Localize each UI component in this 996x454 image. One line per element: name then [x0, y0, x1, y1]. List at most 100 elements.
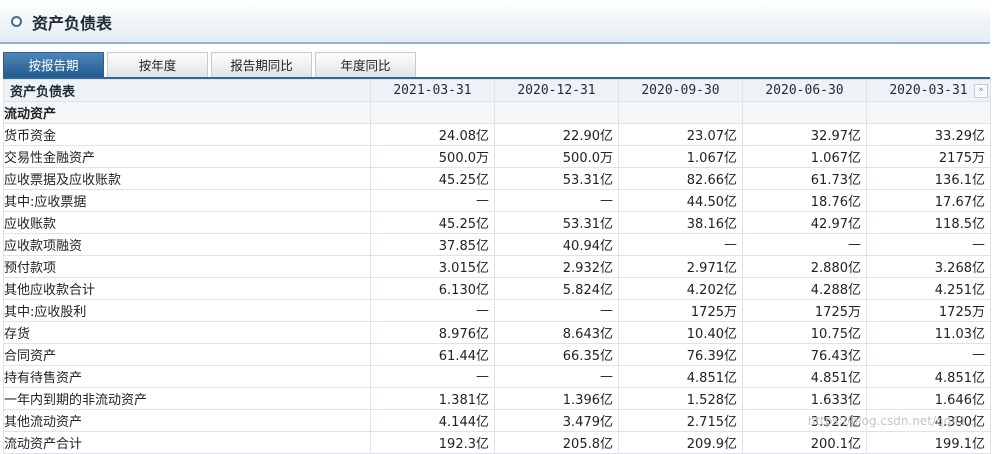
table-cell: 66.35亿: [494, 343, 619, 366]
table-cell: 4.202亿: [618, 277, 743, 300]
table-row: 预付款项 3.015亿 2.932亿 2.971亿 2.880亿 3.268亿: [3, 255, 991, 278]
table-cell: 4.851亿: [742, 365, 867, 388]
column-header-date: 2021-03-31: [370, 79, 495, 102]
table-cell: 3.268亿: [866, 255, 991, 278]
table-cell: 1.381亿: [370, 387, 495, 410]
table-cell: [866, 101, 991, 124]
table-cell: 1725万: [866, 299, 991, 322]
row-label: 应收账款: [3, 211, 371, 234]
table-cell: 42.97亿: [742, 211, 867, 234]
tab-report-period-yoy[interactable]: 报告期同比: [211, 52, 312, 78]
table-cell: 4.851亿: [866, 365, 991, 388]
table-row: 应收票据及应收账款 45.25亿 53.31亿 82.66亿 61.73亿 136.1亿: [3, 167, 991, 190]
table-cell: —: [494, 299, 619, 322]
table-cell: —: [866, 233, 991, 256]
tab-annual-yoy[interactable]: 年度同比: [315, 52, 416, 78]
table-cell: 1725万: [742, 299, 867, 322]
row-label: 一年内到期的非流动资产: [3, 387, 371, 410]
table-cell: 118.5亿: [866, 211, 991, 234]
table-row: 交易性金融资产 500.0万 500.0万 1.067亿 1.067亿 2175万: [3, 145, 991, 168]
table-row: 持有待售资产 — —4.851亿 4.851亿 4.851亿: [3, 365, 991, 388]
row-label: 流动资产: [3, 101, 371, 124]
table-cell: 40.94亿: [494, 233, 619, 256]
table-cell: 1.646亿: [866, 387, 991, 410]
column-header-date: 2020-03-31 »: [866, 79, 991, 102]
table-cell: —: [370, 189, 495, 212]
row-label: 货币资金: [3, 123, 371, 146]
table-cell: 33.29亿: [866, 123, 991, 146]
table-cell: 4.288亿: [742, 277, 867, 300]
table-cell: 2.715亿: [618, 409, 743, 432]
table-cell: 3.015亿: [370, 255, 495, 278]
tab-by-report-period[interactable]: 按报告期: [3, 52, 104, 78]
table-cell: —: [618, 233, 743, 256]
table-cell: 32.97亿: [742, 123, 867, 146]
table-row: 存货 8.976亿 8.643亿 10.40亿 10.75亿 11.03亿: [3, 321, 991, 344]
row-label: 应收票据及应收账款: [3, 167, 371, 190]
table-cell: 1.067亿: [742, 145, 867, 168]
table-cell: 61.73亿: [742, 167, 867, 190]
table-cell: 61.44亿: [370, 343, 495, 366]
table-cell: 37.85亿: [370, 233, 495, 256]
table-cell: 1.633亿: [742, 387, 867, 410]
table-cell: 24.08亿: [370, 123, 495, 146]
table-cell: 4.144亿: [370, 409, 495, 432]
row-label: 其他应收款合计: [3, 277, 371, 300]
table-cell: 2.971亿: [618, 255, 743, 278]
table-cell: 53.31亿: [494, 167, 619, 190]
table-cell: 4.251亿: [866, 277, 991, 300]
table-cell: 2.932亿: [494, 255, 619, 278]
row-label: 持有待售资产: [3, 365, 371, 388]
table-cell: 53.31亿: [494, 211, 619, 234]
table-cell: 1.067亿: [618, 145, 743, 168]
table-cell: 1.528亿: [618, 387, 743, 410]
table-cell: —: [742, 233, 867, 256]
table-header-label: 资产负债表: [3, 79, 371, 102]
table-cell: 1725万: [618, 299, 743, 322]
tab-by-year[interactable]: 按年度: [107, 52, 208, 78]
row-label: 其中:应收股利: [3, 299, 371, 322]
table-cell: [370, 101, 495, 124]
table-cell: [494, 101, 619, 124]
table-row: 其他应收款合计 6.130亿 5.824亿 4.202亿 4.288亿 4.251亿: [3, 277, 991, 300]
column-header-date: 2020-12-31: [494, 79, 619, 102]
table-cell: 500.0万: [494, 145, 619, 168]
table-cell: 6.130亿: [370, 277, 495, 300]
table-row: 应收款项融资 37.85亿 40.94亿 — — —: [3, 233, 991, 256]
column-header-date: 2020-09-30: [618, 79, 743, 102]
table-cell: —: [370, 365, 495, 388]
table-cell: —: [494, 189, 619, 212]
row-label: 其他流动资产: [3, 409, 371, 432]
table-cell: 18.76亿: [742, 189, 867, 212]
column-header-date-text: 2020-03-31: [889, 83, 968, 98]
row-label: 其中:应收票据: [3, 189, 371, 212]
table-row: 一年内到期的非流动资产 1.381亿 1.396亿 1.528亿 1.633亿 1.646…: [3, 387, 991, 410]
row-label: 合同资产: [3, 343, 371, 366]
page-header: 资产负债表: [0, 0, 990, 44]
table-row: 其中:应收股利 — —1725万 1725万 1725万: [3, 299, 991, 322]
column-header-date: 2020-06-30: [742, 79, 867, 102]
table-cell: —: [494, 365, 619, 388]
table-cell: 38.16亿: [618, 211, 743, 234]
table-cell: 4.851亿: [618, 365, 743, 388]
table-cell: 500.0万: [370, 145, 495, 168]
table-header-row: 资产负债表 2021-03-31 2020-12-31 2020-09-30 2…: [3, 79, 991, 102]
table-cell: 45.25亿: [370, 211, 495, 234]
table-cell: 76.39亿: [618, 343, 743, 366]
table-cell: —: [370, 299, 495, 322]
balance-sheet-table: 资产负债表 2021-03-31 2020-12-31 2020-09-30 2…: [3, 79, 991, 454]
row-label: 交易性金融资产: [3, 145, 371, 168]
watermark: https://blog.csdn.net/qq41...: [807, 414, 978, 428]
row-label: 预付款项: [3, 255, 371, 278]
table-cell: [618, 101, 743, 124]
table-cell: 5.824亿: [494, 277, 619, 300]
table-cell: 10.75亿: [742, 321, 867, 344]
table-cell: 8.976亿: [370, 321, 495, 344]
table-cell: 1.396亿: [494, 387, 619, 410]
table-row: 合同资产 61.44亿 66.35亿 76.39亿 76.43亿 —: [3, 343, 991, 366]
table-cell: 82.66亿: [618, 167, 743, 190]
table-cell: 23.07亿: [618, 123, 743, 146]
row-label: 应收款项融资: [3, 233, 371, 256]
table-cell: 2175万: [866, 145, 991, 168]
double-chevron-right-icon[interactable]: »: [974, 84, 988, 98]
